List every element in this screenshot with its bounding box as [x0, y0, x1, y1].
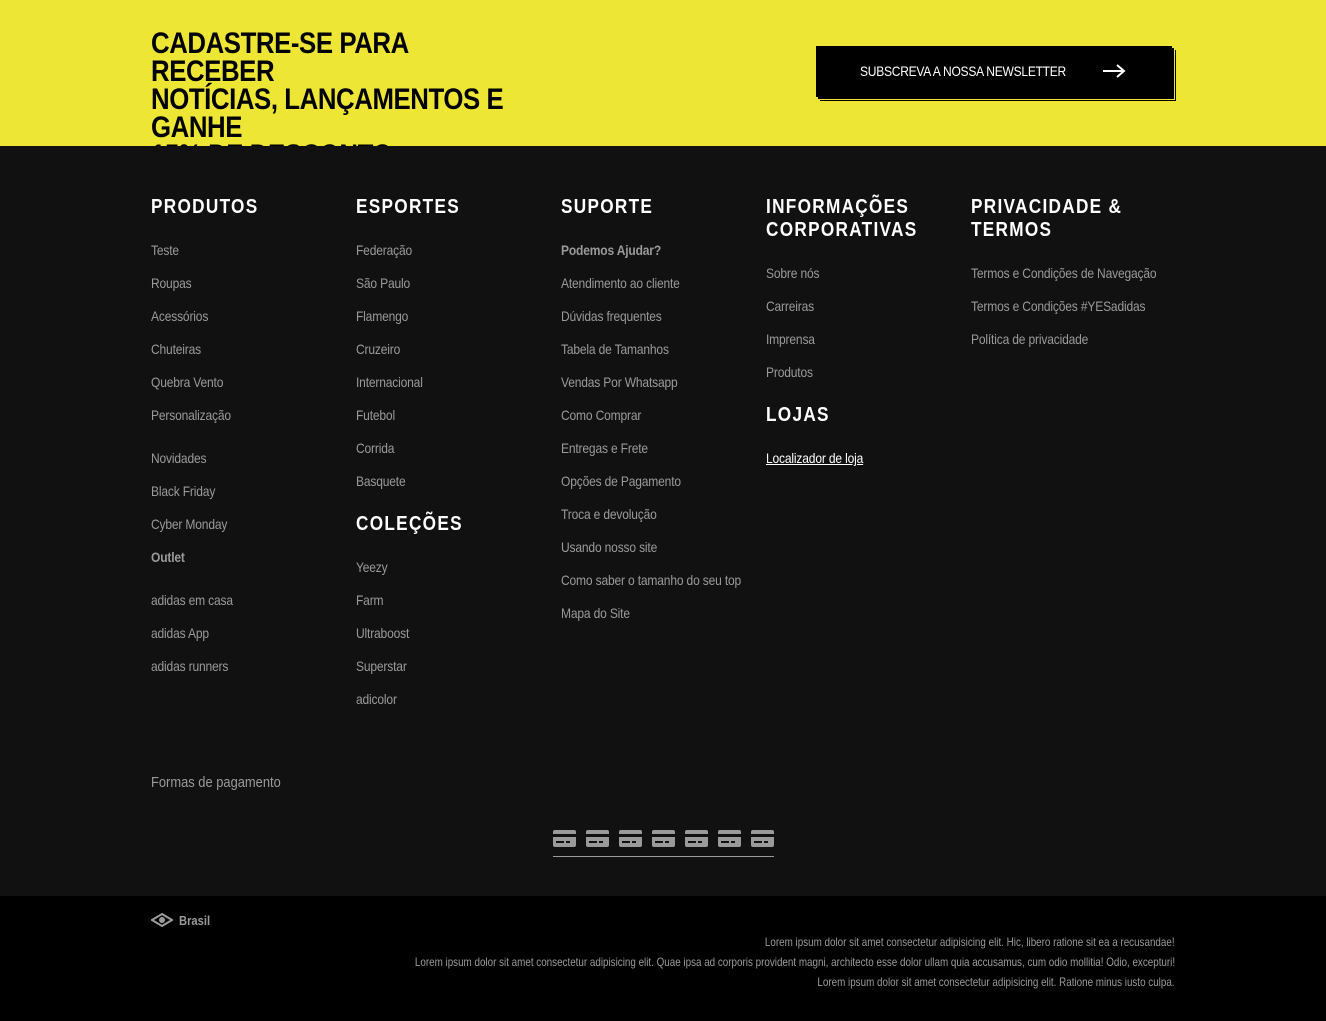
footer-link-tamanho-top[interactable]: Como saber o tamanho do seu top — [561, 572, 741, 588]
footer-link-carreiras[interactable]: Carreiras — [766, 298, 814, 314]
footer-link-duvidas[interactable]: Dúvidas frequentes — [561, 308, 662, 324]
column-heading-suporte: SUPORTE — [561, 196, 654, 218]
payment-cards-row — [553, 829, 774, 857]
column-heading-esportes: ESPORTES — [356, 196, 460, 218]
credit-card-icon — [718, 830, 741, 847]
footer-link-personalizacao[interactable]: Personalização — [151, 407, 231, 423]
footer-link-termos-navegacao[interactable]: Termos e Condições de Navegação — [971, 265, 1157, 281]
footer-link-adidas-runners[interactable]: adidas runners — [151, 658, 228, 674]
credit-card-icon — [586, 830, 609, 847]
footer-link-acessorios[interactable]: Acessórios — [151, 308, 208, 324]
column-heading-privacidade: PRIVACIDADE & TERMOS — [971, 196, 1123, 241]
legal-text-line: Lorem ipsum dolor sit amet consectetur a… — [817, 975, 1175, 989]
footer-link-politica-privacidade[interactable]: Política de privacidade — [971, 331, 1088, 347]
footer-link-roupas[interactable]: Roupas — [151, 275, 192, 291]
footer-link-tabela-tamanhos[interactable]: Tabela de Tamanhos — [561, 341, 669, 357]
footer-link-yeezy[interactable]: Yeezy — [356, 559, 388, 575]
footer-link-adicolor[interactable]: adicolor — [356, 691, 397, 707]
footer-link-futebol[interactable]: Futebol — [356, 407, 395, 423]
footer-link-flamengo[interactable]: Flamengo — [356, 308, 408, 324]
footer-link-atendimento[interactable]: Atendimento ao cliente — [561, 275, 680, 291]
column-heading-colecoes: COLEÇÕES — [356, 513, 463, 535]
credit-card-icon — [553, 830, 576, 847]
footer-link-basquete[interactable]: Basquete — [356, 473, 406, 489]
footer-link-adidas-em-casa[interactable]: adidas em casa — [151, 592, 233, 608]
footer-link-adidas-app[interactable]: adidas App — [151, 625, 209, 641]
legal-text-line: Lorem ipsum dolor sit amet consectetur a… — [414, 955, 1175, 969]
column-heading-lojas: LOJAS — [766, 404, 830, 426]
footer-link-quebra-vento[interactable]: Quebra Vento — [151, 374, 223, 390]
newsletter-button-label: SUBSCREVA A NOSSA NEWSLETTER — [860, 63, 1066, 79]
footer-link-cyber-monday[interactable]: Cyber Monday — [151, 516, 227, 532]
footer-link-localizador-loja[interactable]: Localizador de loja — [766, 450, 863, 466]
credit-card-icon — [619, 830, 642, 847]
footer-link-novidades[interactable]: Novidades — [151, 450, 207, 466]
footer-link-podemos-ajudar[interactable]: Podemos Ajudar? — [561, 242, 661, 258]
footer-link-sao-paulo[interactable]: São Paulo — [356, 275, 410, 291]
column-heading-produtos: PRODUTOS — [151, 196, 259, 218]
footer-link-usando-site[interactable]: Usando nosso site — [561, 539, 657, 555]
legal-text-line: Lorem ipsum dolor sit amet consectetur a… — [765, 935, 1175, 949]
footer-link-mapa-site[interactable]: Mapa do Site — [561, 605, 630, 621]
footer-link-imprensa[interactable]: Imprensa — [766, 331, 815, 347]
footer-link-corrida[interactable]: Corrida — [356, 440, 394, 456]
footer-link-produtos-corp[interactable]: Produtos — [766, 364, 813, 380]
footer-link-farm[interactable]: Farm — [356, 592, 384, 608]
footer-link-superstar[interactable]: Superstar — [356, 658, 407, 674]
footer-main: PRODUTOS Teste Roupas Acessórios Chuteir… — [0, 146, 1326, 896]
footer-link-pagamento[interactable]: Opções de Pagamento — [561, 473, 681, 489]
footer-link-troca[interactable]: Troca e devolução — [561, 506, 657, 522]
credit-card-icon — [685, 830, 708, 847]
footer-link-internacional[interactable]: Internacional — [356, 374, 423, 390]
payments-label: Formas de pagamento — [151, 774, 281, 791]
footer-link-teste[interactable]: Teste — [151, 242, 179, 258]
footer-link-cruzeiro[interactable]: Cruzeiro — [356, 341, 400, 357]
newsletter-banner: CADASTRE-SE PARA RECEBER NOTÍCIAS, LANÇA… — [0, 0, 1326, 171]
brazil-flag-icon[interactable] — [151, 913, 173, 927]
footer-link-chuteiras[interactable]: Chuteiras — [151, 341, 201, 357]
footer-link-termos-yesadidas[interactable]: Termos e Condições #YESadidas — [971, 298, 1146, 314]
footer-link-entregas[interactable]: Entregas e Frete — [561, 440, 648, 456]
footer-link-black-friday[interactable]: Black Friday — [151, 483, 215, 499]
footer-link-federacao[interactable]: Federação — [356, 242, 412, 258]
arrow-right-icon — [1103, 64, 1126, 78]
footer-link-como-comprar[interactable]: Como Comprar — [561, 407, 641, 423]
footer-link-sobre-nos[interactable]: Sobre nós — [766, 265, 820, 281]
credit-card-icon — [652, 830, 675, 847]
footer-link-whatsapp[interactable]: Vendas Por Whatsapp — [561, 374, 678, 390]
credit-card-icon — [751, 830, 774, 847]
country-selector[interactable]: Brasil — [179, 913, 210, 928]
newsletter-subscribe-button[interactable]: SUBSCREVA A NOSSA NEWSLETTER — [816, 46, 1172, 97]
column-heading-informacoes: INFORMAÇÕES CORPORATIVAS — [766, 196, 918, 241]
footer-link-outlet[interactable]: Outlet — [151, 549, 185, 565]
footer-link-ultraboost[interactable]: Ultraboost — [356, 625, 409, 641]
footer-bottom-bar: Brasil Lorem ipsum dolor sit amet consec… — [0, 896, 1326, 1021]
